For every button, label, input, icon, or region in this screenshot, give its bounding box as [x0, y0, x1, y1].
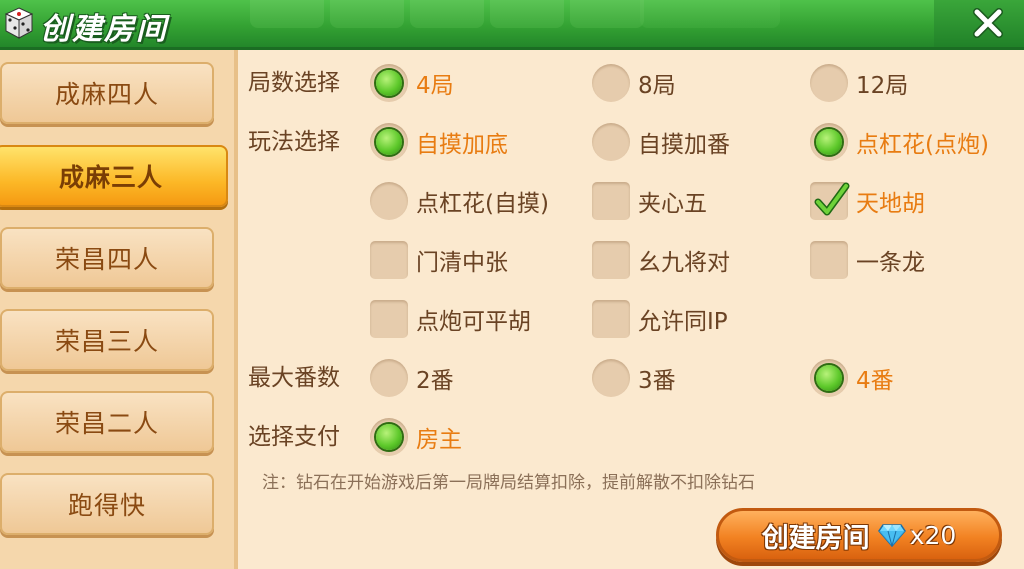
header-deco-tile	[330, 0, 404, 28]
tab-label: 荣昌四人	[54, 245, 159, 274]
tab-label: 成麻四人	[54, 80, 159, 109]
radio-selected[interactable]	[370, 64, 408, 102]
game-type-sidebar: 成麻四人 成麻三人 荣昌四人 荣昌三人 荣昌二人 跑得快	[0, 50, 238, 569]
radio[interactable]	[370, 182, 408, 220]
header-deco-tile	[490, 0, 564, 28]
payment-option-host[interactable]: 房主	[370, 417, 462, 457]
rule-allow-same-ip[interactable]: 允许同IP	[592, 299, 728, 339]
rule-yitiaolong[interactable]: 一条龙	[810, 240, 925, 280]
diamond-deduction-note: 注：钻石在开始游戏后第一局牌局结算扣除，提前解散不扣除钻石	[262, 473, 755, 493]
option-label: 房主	[416, 427, 462, 453]
radio-selected[interactable]	[370, 123, 408, 161]
radio[interactable]	[810, 64, 848, 102]
radio-selected[interactable]	[370, 418, 408, 456]
rule-zimo-jiadi[interactable]: 自摸加底	[370, 122, 508, 162]
tab-paodekuai[interactable]: 跑得快	[0, 473, 214, 535]
tab-rongchang-three[interactable]: 荣昌三人	[0, 309, 214, 371]
option-label: 门清中张	[416, 250, 508, 276]
payment-label: 选择支付	[248, 424, 340, 450]
rounds-option-4[interactable]: 4局	[370, 63, 454, 103]
tab-rongchang-four[interactable]: 荣昌四人	[0, 227, 214, 289]
checkbox[interactable]	[592, 300, 630, 338]
header-deco-tile	[640, 0, 780, 28]
rule-diangang-zimo[interactable]: 点杠花(自摸)	[370, 181, 549, 221]
rounds-label: 局数选择	[248, 70, 340, 96]
option-label: 自摸加底	[416, 132, 508, 158]
checkbox[interactable]	[592, 182, 630, 220]
close-icon	[973, 8, 1003, 38]
option-label: 自摸加番	[638, 132, 730, 158]
room-options-panel: 局数选择 4局 8局 12局 玩法选择 自摸加底 自摸加番 点杠花(点炮) 点杠…	[238, 50, 1024, 569]
checkbox[interactable]	[592, 241, 630, 279]
radio[interactable]	[592, 123, 630, 161]
checkbox[interactable]	[370, 300, 408, 338]
checkbox[interactable]	[370, 241, 408, 279]
rule-jiaxinwu[interactable]: 夹心五	[592, 181, 707, 221]
rule-menqing-zhongzhang[interactable]: 门清中张	[370, 240, 508, 280]
option-label: 允许同IP	[638, 309, 728, 335]
checkbox[interactable]	[810, 241, 848, 279]
rules-label: 玩法选择	[248, 129, 340, 155]
rule-zimo-jiafan[interactable]: 自摸加番	[592, 122, 730, 162]
radio[interactable]	[592, 359, 630, 397]
header-deco-tile	[410, 0, 484, 28]
tab-label: 荣昌三人	[54, 327, 159, 356]
dice-icon	[4, 7, 34, 39]
checkbox-checked[interactable]	[810, 182, 850, 220]
checkmark-icon	[814, 182, 850, 216]
option-label: 点炮可平胡	[416, 309, 531, 335]
diamond-icon	[877, 524, 906, 547]
max-fan-label: 最大番数	[248, 365, 340, 391]
option-label: 幺九将对	[638, 250, 730, 276]
tab-label: 跑得快	[67, 491, 146, 520]
option-label: 点杠花(点炮)	[856, 132, 989, 158]
diamond-cost: x20	[909, 520, 957, 550]
rule-yaojiu-jiangdui[interactable]: 幺九将对	[592, 240, 730, 280]
option-label: 天地胡	[856, 191, 925, 217]
option-label: 一条龙	[856, 250, 925, 276]
option-label: 4番	[856, 368, 894, 394]
create-room-label: 创建房间	[761, 522, 870, 554]
max-fan-option-3[interactable]: 3番	[592, 358, 676, 398]
header-deco-tile	[570, 0, 644, 28]
radio[interactable]	[592, 64, 630, 102]
option-label: 夹心五	[638, 191, 707, 217]
create-room-button[interactable]: 创建房间 x20	[716, 508, 1002, 562]
radio-selected[interactable]	[810, 123, 848, 161]
rule-dianpao-pinghu[interactable]: 点炮可平胡	[370, 299, 531, 339]
radio-selected[interactable]	[810, 359, 848, 397]
option-label: 4局	[416, 73, 454, 99]
rule-tiandihu[interactable]: 天地胡	[810, 181, 925, 221]
option-label: 点杠花(自摸)	[416, 191, 549, 217]
option-label: 3番	[638, 368, 676, 394]
radio[interactable]	[370, 359, 408, 397]
max-fan-option-2[interactable]: 2番	[370, 358, 454, 398]
header-deco-tile	[250, 0, 324, 28]
rule-diangang-dianpao[interactable]: 点杠花(点炮)	[810, 122, 989, 162]
tab-chengma-three[interactable]: 成麻三人	[0, 145, 228, 207]
option-label: 12局	[856, 73, 909, 99]
close-button[interactable]	[966, 3, 1010, 43]
header-bar: 创建房间	[0, 0, 1024, 50]
tab-label: 荣昌二人	[54, 409, 159, 438]
tab-label: 成麻三人	[58, 163, 163, 192]
option-label: 2番	[416, 368, 454, 394]
page-title: 创建房间	[40, 12, 168, 47]
tab-rongchang-two[interactable]: 荣昌二人	[0, 391, 214, 453]
tab-chengma-four[interactable]: 成麻四人	[0, 62, 214, 124]
rounds-option-12[interactable]: 12局	[810, 63, 908, 103]
rounds-option-8[interactable]: 8局	[592, 63, 676, 103]
option-label: 8局	[638, 73, 676, 99]
max-fan-option-4[interactable]: 4番	[810, 358, 894, 398]
